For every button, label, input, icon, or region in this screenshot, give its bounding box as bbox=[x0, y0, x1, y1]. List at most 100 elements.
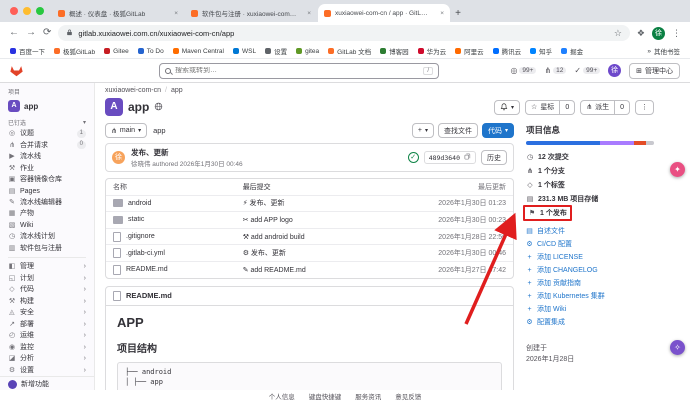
close-tab-icon[interactable]: × bbox=[440, 10, 444, 17]
sidebar-project-header[interactable]: A app bbox=[0, 98, 94, 115]
bookmark-item[interactable]: 知乎 bbox=[530, 46, 552, 56]
address-bar[interactable]: gitlab.xuxiaowei.com.cn/xuxiaowei-com-cn… bbox=[58, 25, 630, 41]
project-stat[interactable]: ▤ 231.3 MB 项目存储 bbox=[526, 194, 654, 204]
find-file-button[interactable]: 查找文件 bbox=[437, 123, 478, 138]
column-last-updated[interactable]: 最后更新 bbox=[388, 182, 506, 192]
history-button[interactable]: 历史 bbox=[481, 150, 507, 165]
bookmark-item[interactable]: 阿里云 bbox=[455, 46, 484, 56]
sidebar-item[interactable]: ▤ Pages bbox=[0, 185, 94, 196]
floating-extension-button-bottom[interactable]: ✧ bbox=[670, 340, 685, 355]
sidebar-item[interactable]: ◷ 流水线计划 bbox=[0, 231, 94, 242]
file-name-link[interactable]: README.md bbox=[126, 266, 168, 273]
project-info-link[interactable]: ⚙ CI/CD 配置 bbox=[526, 239, 654, 249]
sidebar-item[interactable]: ✎ 流水线编辑器 bbox=[0, 197, 94, 208]
commit-author-avatar[interactable]: 徐 bbox=[112, 151, 125, 164]
sidebar-item[interactable]: ⚒ 作业 bbox=[0, 162, 94, 173]
browser-tab[interactable]: 概述 · 仪表盘 · 极狐GitLab × bbox=[52, 4, 184, 22]
sidebar-section[interactable]: ◪ 分析 › bbox=[0, 353, 94, 364]
file-name-link[interactable]: android bbox=[128, 200, 151, 207]
project-info-link[interactable]: + 添加 CHANGELOG bbox=[526, 265, 654, 275]
file-commit-message-link[interactable]: ⚡ 发布、更新 bbox=[243, 198, 388, 208]
bookmark-item[interactable]: Gitee bbox=[104, 48, 129, 55]
file-commit-message-link[interactable]: ⚒ add android build bbox=[243, 233, 388, 241]
bookmark-item[interactable]: 极狐GitLab bbox=[54, 46, 95, 56]
star-button[interactable]: ☆ 星标 bbox=[525, 99, 561, 115]
window-zoom-button[interactable] bbox=[36, 7, 44, 15]
bookmark-item[interactable]: 博客园 bbox=[380, 46, 409, 56]
table-row[interactable]: .gitignore ⚒ add android build 2026年1月28… bbox=[106, 227, 513, 245]
search-input[interactable] bbox=[175, 67, 420, 74]
close-tab-icon[interactable]: × bbox=[174, 10, 178, 17]
whats-new-button[interactable]: 新增功能 bbox=[0, 379, 94, 390]
sidebar-section[interactable]: ◴ 运维 › bbox=[0, 330, 94, 341]
sidebar-section[interactable]: ◉ 监控 › bbox=[0, 341, 94, 352]
sidebar-item[interactable]: ◎ 议题 1 bbox=[0, 128, 94, 139]
fork-count[interactable]: 0 bbox=[615, 99, 630, 115]
file-commit-message-link[interactable]: ✂ add APP logo bbox=[243, 216, 388, 224]
pinned-section-header[interactable]: 已钉选 ▾ bbox=[0, 115, 94, 128]
sidebar-item[interactable]: ⋔ 合并请求 0 bbox=[0, 139, 94, 150]
commit-sha-pill[interactable]: 489d3640 bbox=[423, 151, 476, 164]
breadcrumb-group[interactable]: xuxiaowei-com-cn bbox=[105, 87, 161, 94]
bookmark-item[interactable]: 腾讯云 bbox=[492, 46, 521, 56]
sidebar-item[interactable]: ▥ 软件包与注册 bbox=[0, 243, 94, 254]
footer-link[interactable]: 键盘快捷键 bbox=[309, 391, 342, 401]
project-info-link[interactable]: ⚙ 配置集成 bbox=[526, 317, 654, 327]
browser-profile-avatar[interactable]: 徐 bbox=[652, 26, 665, 40]
project-info-link[interactable]: + 添加 Wiki bbox=[526, 304, 654, 314]
table-row[interactable]: static ✂ add APP logo 2026年1月30日 00:23 bbox=[106, 211, 513, 228]
browser-tab[interactable]: 软件包与注册 · xuxiaowei-com… × bbox=[185, 4, 317, 22]
project-info-link[interactable]: ▤ 自述文件 bbox=[526, 226, 654, 236]
bookmark-item[interactable]: 百度一下 bbox=[10, 46, 45, 56]
footer-link[interactable]: 意见反馈 bbox=[395, 391, 421, 401]
reload-icon[interactable]: ⟳ bbox=[43, 28, 51, 38]
file-name-link[interactable]: .gitlab-ci.yml bbox=[126, 250, 165, 257]
project-stat[interactable]: ◇ 1 个标签 bbox=[526, 180, 654, 190]
window-close-button[interactable] bbox=[10, 7, 18, 15]
forward-icon[interactable]: → bbox=[26, 28, 36, 38]
code-button[interactable]: 代码 ▾ bbox=[481, 123, 514, 138]
bookmark-item[interactable]: 华为云 bbox=[417, 46, 446, 56]
user-avatar[interactable]: 徐 bbox=[608, 64, 622, 77]
topbar-counter[interactable]: ⋔ 12 bbox=[544, 66, 567, 75]
sidebar-section[interactable]: ◧ 管理 › bbox=[0, 261, 94, 272]
other-bookmarks-button[interactable]: » 其他书签 bbox=[639, 46, 680, 57]
admin-area-button[interactable]: ⊞ 管理中心 bbox=[629, 62, 680, 79]
project-info-link[interactable]: + 添加 贡献指南 bbox=[526, 278, 654, 288]
footer-link[interactable]: 服务资讯 bbox=[355, 391, 381, 401]
bookmark-item[interactable]: GitLab 文档 bbox=[328, 46, 371, 56]
sidebar-item[interactable]: ▦ 产物 bbox=[0, 208, 94, 219]
browser-menu-icon[interactable]: ⋮ bbox=[672, 28, 681, 39]
sidebar-item[interactable]: ▧ Wiki bbox=[0, 220, 94, 231]
sidebar-item[interactable]: ▣ 容器镜像仓库 bbox=[0, 174, 94, 185]
bookmark-item[interactable]: 设置 bbox=[265, 46, 287, 56]
project-info-link[interactable]: + 添加 Kubernetes 集群 bbox=[526, 291, 654, 301]
file-name-link[interactable]: .gitignore bbox=[126, 233, 155, 240]
language-bar[interactable] bbox=[526, 141, 654, 145]
repo-path-crumb[interactable]: app bbox=[153, 126, 166, 135]
file-commit-message-link[interactable]: ⚙ 发布、更新 bbox=[243, 248, 388, 258]
sidebar-section[interactable]: ◬ 安全 › bbox=[0, 307, 94, 318]
bookmark-star-icon[interactable]: ☆ bbox=[614, 28, 622, 39]
topbar-counter[interactable]: ◎ 99+ bbox=[510, 66, 537, 75]
new-tab-button[interactable]: + bbox=[450, 8, 466, 19]
pipeline-status-icon[interactable]: ✓ bbox=[407, 152, 419, 163]
branch-selector[interactable]: ⋔ main ▾ bbox=[105, 123, 148, 138]
sidebar-section[interactable]: ◇ 代码 › bbox=[0, 284, 94, 295]
more-actions-button[interactable]: ⋮ bbox=[635, 99, 654, 115]
table-row[interactable]: .gitlab-ci.yml ⚙ 发布、更新 2026年1月30日 00:46 bbox=[106, 244, 513, 261]
commit-message-link[interactable]: 发布、更新 bbox=[131, 147, 243, 158]
sidebar-section[interactable]: ◱ 计划 › bbox=[0, 273, 94, 284]
copy-icon[interactable] bbox=[464, 153, 471, 162]
fork-button[interactable]: ⋔ 派生 bbox=[580, 99, 616, 115]
star-count[interactable]: 0 bbox=[560, 99, 576, 115]
sidebar-section[interactable]: ⚙ 设置 › bbox=[0, 364, 94, 375]
breadcrumb-project[interactable]: app bbox=[171, 87, 183, 94]
global-search[interactable]: / bbox=[159, 62, 439, 79]
bookmark-item[interactable]: Maven Central bbox=[172, 48, 224, 55]
notifications-button[interactable]: ▾ bbox=[494, 99, 521, 115]
gitlab-logo-icon[interactable] bbox=[10, 64, 23, 77]
sidebar-item[interactable]: ▶ 流水线 bbox=[0, 151, 94, 162]
back-icon[interactable]: ← bbox=[9, 28, 19, 38]
add-to-repo-button[interactable]: + ▾ bbox=[411, 123, 434, 138]
